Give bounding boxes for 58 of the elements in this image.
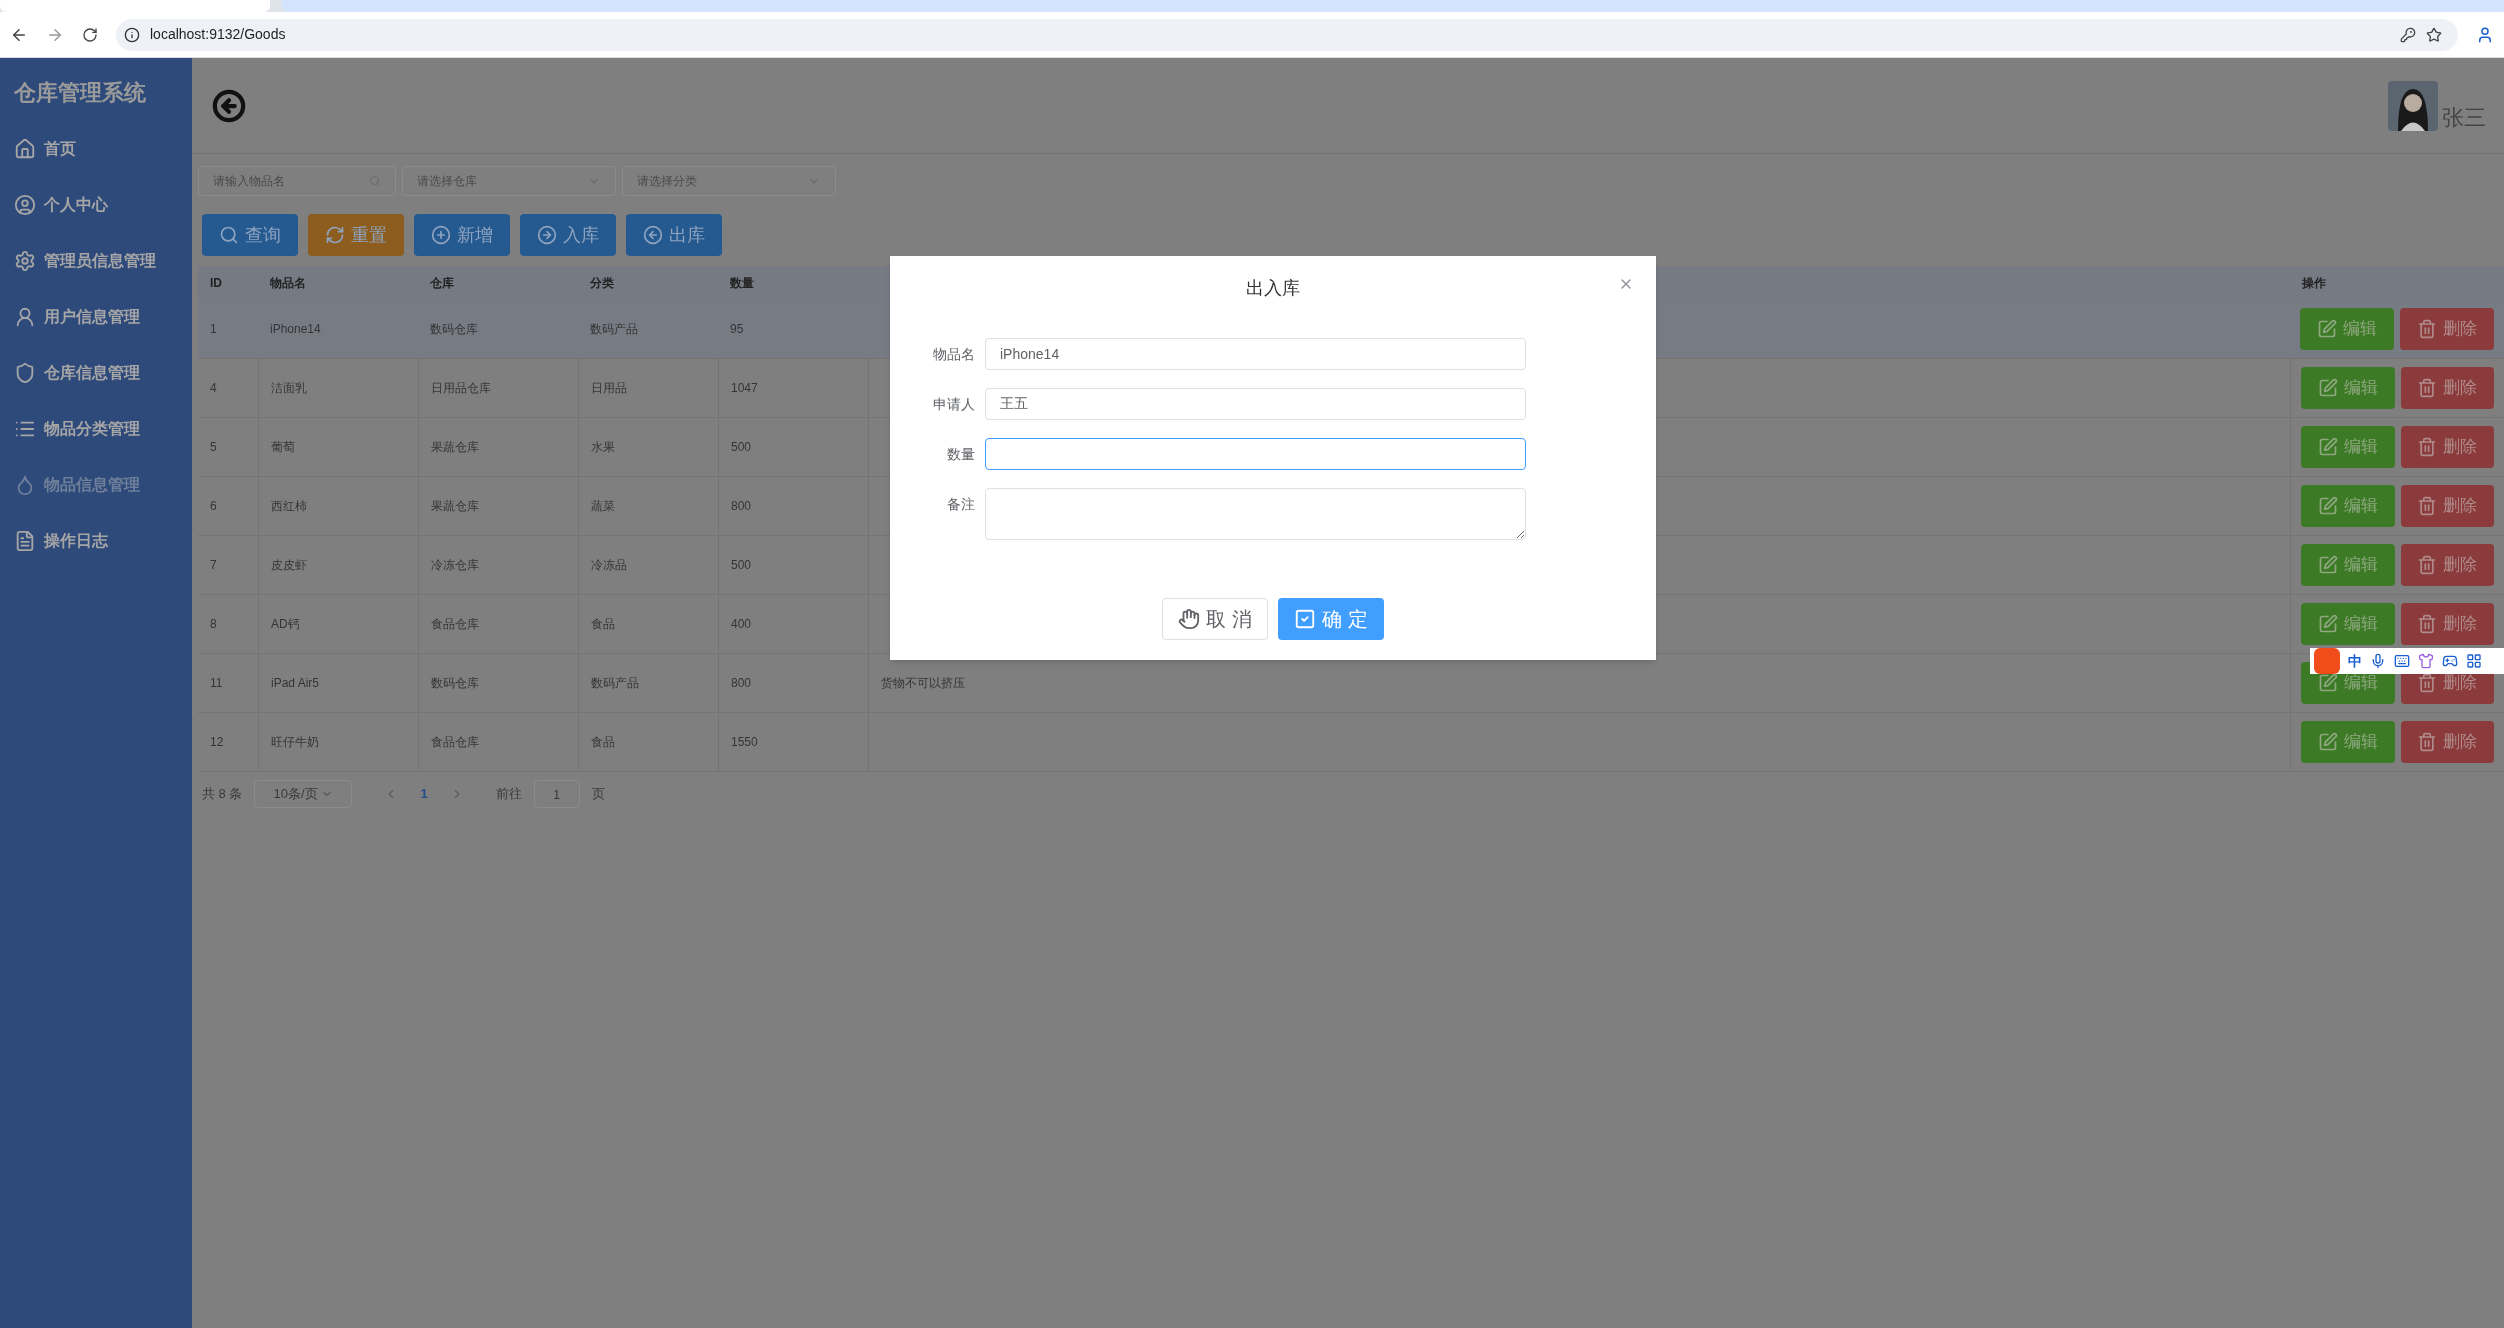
table-cell-text: 4 — [210, 380, 217, 397]
table-cell-text: 西红柿 — [271, 498, 307, 515]
table-cell-text: AD钙 — [271, 616, 300, 633]
column-header: 分类 — [590, 276, 614, 290]
goto-label: 前往 — [495, 785, 522, 804]
column-header: ID — [210, 276, 222, 290]
table-cell-text: 95 — [730, 321, 744, 338]
field-label: 申请人 — [933, 396, 975, 412]
table-cell-text: 洁面乳 — [271, 380, 307, 397]
table-cell-text: 500 — [731, 439, 752, 456]
field-label: 备注 — [947, 496, 975, 512]
table-cell-text: 数码仓库 — [430, 321, 478, 338]
table-cell-text: 日用品 — [591, 380, 627, 397]
table-cell-text: iPhone14 — [270, 321, 321, 338]
table-cell-text: 8 — [210, 616, 217, 633]
table-cell-text: 1550 — [731, 734, 758, 751]
table-cell-text: 日用品仓库 — [431, 380, 491, 397]
table-cell-text: 果蔬仓库 — [431, 498, 479, 515]
table-cell-text: 葡萄 — [271, 439, 295, 456]
table-cell-text: iPad Air5 — [271, 675, 320, 692]
table-cell-text: 食品仓库 — [431, 616, 479, 633]
column-header: 物品名 — [270, 276, 306, 290]
table-cell-text: 400 — [731, 616, 752, 633]
table-cell-text: 食品 — [591, 616, 615, 633]
table-cell-text: 货物不可以挤压 — [881, 675, 965, 692]
table-cell-text: 1 — [210, 321, 217, 338]
table-cell-text: 800 — [731, 498, 752, 515]
table-cell-text: 冷冻仓库 — [431, 557, 479, 574]
table-cell-text: 12 — [210, 734, 224, 751]
column-header: 操作 — [2302, 276, 2326, 290]
table-cell-text: 食品 — [591, 734, 615, 751]
table-cell-text: 果蔬仓库 — [431, 439, 479, 456]
column-header: 数量 — [730, 276, 754, 290]
table-cell-text: 皮皮虾 — [271, 557, 307, 574]
url-text: localhost:9132/Goods — [150, 25, 286, 44]
table-cell-text: 冷冻品 — [591, 557, 627, 574]
table-cell-text: 旺仔牛奶 — [271, 734, 319, 751]
app-title: 仓库管理系统 — [13, 79, 147, 107]
dialog-title: 出入库 — [1246, 276, 1300, 300]
goto-suffix: 页 — [591, 785, 605, 804]
column-header: 仓库 — [430, 276, 454, 290]
table-cell-text: 800 — [731, 675, 752, 692]
table-cell-text: 5 — [210, 439, 217, 456]
user-name: 张三 — [2442, 106, 2486, 129]
table-cell-text: 蔬菜 — [591, 498, 615, 515]
table-cell-text: 数码产品 — [591, 675, 639, 692]
field-label: 物品名 — [933, 346, 975, 362]
table-cell-text: 500 — [731, 557, 752, 574]
table-cell-text: 7 — [210, 557, 217, 574]
table-cell-text: 食品仓库 — [431, 734, 479, 751]
table-cell-text: 数码仓库 — [431, 675, 479, 692]
field-label: 数量 — [947, 446, 975, 462]
table-cell-text: 数码产品 — [590, 321, 638, 338]
table-cell-text: 水果 — [591, 439, 615, 456]
table-cell-text: 11 — [210, 675, 223, 692]
total-count: 共 8 条 — [202, 785, 243, 804]
table-cell-text: 1047 — [731, 380, 758, 397]
table-cell-text: 6 — [210, 498, 217, 515]
